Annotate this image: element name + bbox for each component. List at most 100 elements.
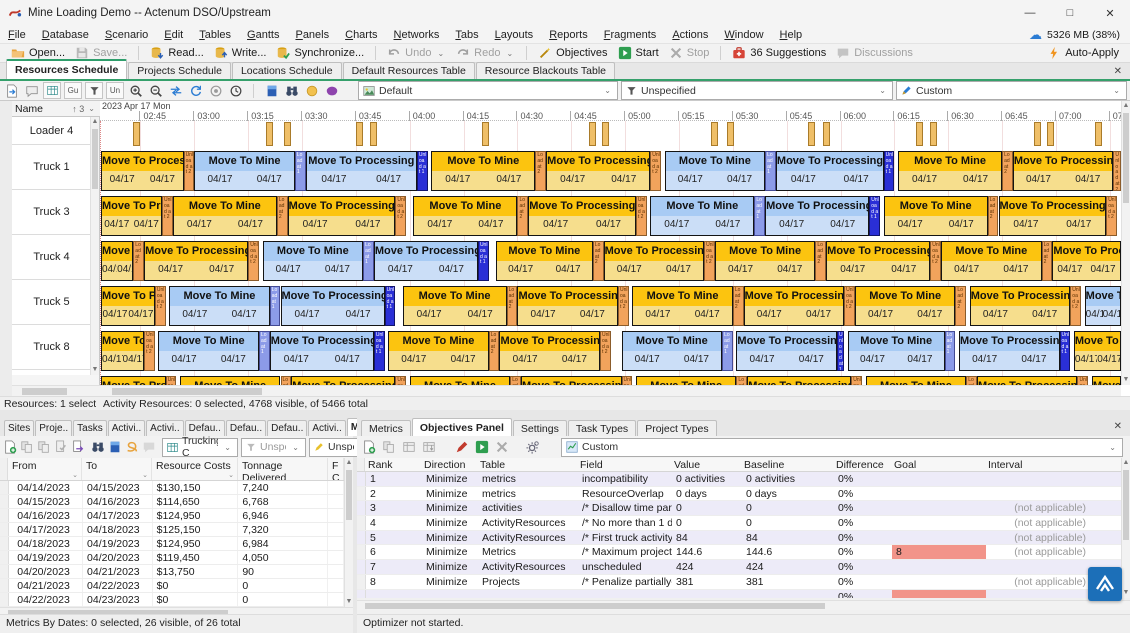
gantt-connector[interactable]: Load at 2 — [510, 376, 521, 385]
column-header-from[interactable]: From⌄ — [8, 458, 82, 480]
column-header-to[interactable]: To⌄ — [82, 458, 152, 480]
tab-defau[interactable]: Defau.. — [226, 420, 266, 436]
metrics-filter-combo[interactable]: Unspecifie⌄ — [241, 438, 306, 457]
gantt-connector[interactable]: Unload at 1 — [1060, 331, 1071, 371]
gantt-connector[interactable]: Load at 2 — [733, 286, 744, 326]
menu-file[interactable]: File — [0, 29, 34, 41]
gantt-connector[interactable]: Unload at 1 — [884, 151, 895, 191]
objective-row[interactable]: 2MinimizemetricsResourceOverlap0 days0 d… — [357, 487, 1121, 502]
gantt-bar[interactable]: Move To Mine04/1704/17 — [650, 196, 754, 236]
timeline-ruler[interactable]: 02:4503:0003:1503:3003:4504:0004:1504:30… — [100, 111, 1121, 121]
guides-toggle[interactable]: Gu — [64, 82, 82, 99]
gantt-bar[interactable]: Move To Processing04/1704/17 — [521, 376, 622, 385]
gantt-bar[interactable]: Move To Mine04/1704/17 — [715, 241, 816, 281]
gantt-bar[interactable]: Move To Mine04/1704/17 — [632, 286, 733, 326]
gantt-connector[interactable]: Unload at 2 — [1113, 151, 1120, 191]
gantt-bar[interactable]: Move To Processing04/1704/17 — [999, 196, 1107, 236]
row-selector[interactable] — [357, 575, 366, 589]
gantt-connector[interactable]: Unload at 1 — [478, 241, 489, 281]
column-header-goal[interactable]: Goal — [891, 458, 985, 471]
gantt-connector[interactable]: Unload at 2 — [395, 376, 406, 385]
discussions-button[interactable]: Discussions — [831, 44, 918, 62]
metrics-row[interactable]: 04/19/202304/20/2023$119,4504,050 — [0, 551, 344, 565]
gantt-bar[interactable]: Move To Mine04/1704/17 — [898, 151, 1002, 191]
gantt-connector[interactable]: Load at 1 — [754, 196, 765, 236]
suggestions-button[interactable]: 36 Suggestions — [727, 44, 831, 62]
gantt-bar[interactable]: Move To Mine04/1704/17 — [848, 331, 945, 371]
gantt-connector[interactable]: Unload at 2 — [395, 196, 406, 236]
gantt-connector[interactable]: Unload at 1 — [374, 331, 385, 371]
activity-tick-bar[interactable] — [356, 122, 363, 146]
panel-icon[interactable] — [263, 83, 280, 99]
gantt-bar[interactable]: Move To Processing04/1704/17 — [270, 331, 374, 371]
gantt-connector[interactable]: Load at 1 — [765, 151, 776, 191]
gantt-bar[interactable]: Move To Mine04/1704/17 — [158, 331, 259, 371]
gantt-connector[interactable]: Unload at 1 — [417, 151, 428, 191]
duplicate-record-icon[interactable] — [37, 439, 51, 455]
optimizer-settings-gear-icon[interactable] — [524, 439, 541, 455]
gantt-bar[interactable]: Move To Processing04/1704/17 — [604, 241, 705, 281]
gantt-connector[interactable]: Unload at 2 — [144, 331, 155, 371]
gantt-connector[interactable]: Load at 2 — [815, 241, 826, 281]
new-record-icon[interactable] — [3, 439, 17, 455]
column-header-table[interactable]: Table — [477, 458, 577, 471]
objectives-strip-close-icon[interactable]: ✕ — [1114, 421, 1122, 432]
gantt-bar[interactable]: Move To Processing04/1704/17 — [528, 196, 636, 236]
menu-panels[interactable]: Panels — [287, 29, 337, 41]
activity-tick-bar[interactable] — [266, 122, 273, 146]
gantt-connector[interactable]: Unload at 2 — [636, 196, 647, 236]
find-binoculars-icon[interactable] — [283, 83, 300, 99]
tab-strip-close-icon[interactable]: ✕ — [1114, 66, 1122, 77]
activity-tick-bar[interactable] — [808, 122, 815, 146]
gantt-bar[interactable]: Move To Mine04/1704/17 — [194, 151, 295, 191]
resource-row-loader-4[interactable]: Loader 4 — [12, 117, 91, 145]
comment-icon[interactable] — [23, 83, 40, 99]
copy-record-icon[interactable] — [20, 439, 34, 455]
gantt-connector[interactable]: Load at 2 — [281, 376, 292, 385]
column-header-value[interactable]: Value — [671, 458, 741, 471]
gantt-connector[interactable]: Load at 2 — [535, 151, 546, 191]
column-header-interval[interactable]: Interval — [985, 458, 1089, 471]
menu-edit[interactable]: Edit — [156, 29, 191, 41]
gantt-connector[interactable]: Load at 2 — [1002, 151, 1013, 191]
row-selector[interactable] — [0, 495, 9, 508]
table-view-icon[interactable] — [43, 82, 61, 99]
record-marker-icon[interactable] — [207, 83, 224, 99]
copy-objective-icon[interactable] — [380, 439, 397, 455]
tab-activi[interactable]: Activi.. — [146, 420, 183, 436]
menu-reports[interactable]: Reports — [541, 29, 596, 41]
column-header-direction[interactable]: Direction — [421, 458, 477, 471]
gantt-bar[interactable]: Move To Processing04/1704/17 — [977, 376, 1078, 385]
gantt-bar[interactable]: Move To Mine04/1704/17 — [180, 376, 281, 385]
column-header-resource-costs[interactable]: Resource Costs⌄ — [152, 458, 238, 480]
highlight-circle-icon[interactable] — [303, 83, 320, 99]
row-selector[interactable] — [0, 537, 9, 550]
tab-tasks[interactable]: Tasks — [73, 420, 107, 436]
zoom-out-icon[interactable] — [147, 83, 164, 99]
gantt-connector[interactable]: Unload at 2 — [844, 286, 855, 326]
row-selector[interactable] — [357, 590, 366, 599]
activity-tick-bar[interactable] — [916, 122, 923, 146]
gantt-bar[interactable]: Move To Processing04/1704/17 — [744, 286, 845, 326]
objectives-table-header[interactable]: RankDirectionTableFieldValueBaselineDiff… — [357, 458, 1121, 472]
menu-window[interactable]: Window — [716, 29, 771, 41]
gantt-bar[interactable]: Move To Processing04/1704/17 — [747, 376, 851, 385]
close-button[interactable]: ✕ — [1090, 0, 1130, 26]
gantt-bar[interactable]: Move To Processing04/1704/17 — [101, 376, 166, 385]
name-panel-vscrollbar[interactable]: ▲ ▼ — [90, 117, 99, 375]
gantt-bar[interactable]: Move To Mine04/1704/17 — [941, 241, 1042, 281]
gantt-bar[interactable]: Move To Processing04/1704/17 — [306, 151, 417, 191]
gantt-bar[interactable]: Move To Mine04/1704/17 — [665, 151, 766, 191]
gantt-bar[interactable]: Move To Processing04/1704/17 — [101, 151, 184, 191]
gantt-view-combo[interactable]: Default⌄ — [358, 81, 618, 100]
activity-tick-bar[interactable] — [1047, 122, 1054, 146]
row-selector[interactable] — [357, 516, 366, 530]
metrics-row[interactable]: 04/21/202304/22/2023$00 — [0, 579, 344, 593]
objective-row[interactable]: 1Minimizemetricsincompatibility0 activit… — [357, 472, 1121, 487]
gantt-connector[interactable]: Unload at 2 — [166, 376, 177, 385]
gantt-bar[interactable]: Move To Processing04/1704/17 — [499, 331, 600, 371]
resource-row-truck-3[interactable]: Truck 3 — [12, 190, 91, 235]
resource-row-truck-1[interactable]: Truck 1 — [12, 145, 91, 190]
activity-tick-bar[interactable] — [602, 122, 609, 146]
gantt-connector[interactable]: Load at 2 — [593, 241, 604, 281]
